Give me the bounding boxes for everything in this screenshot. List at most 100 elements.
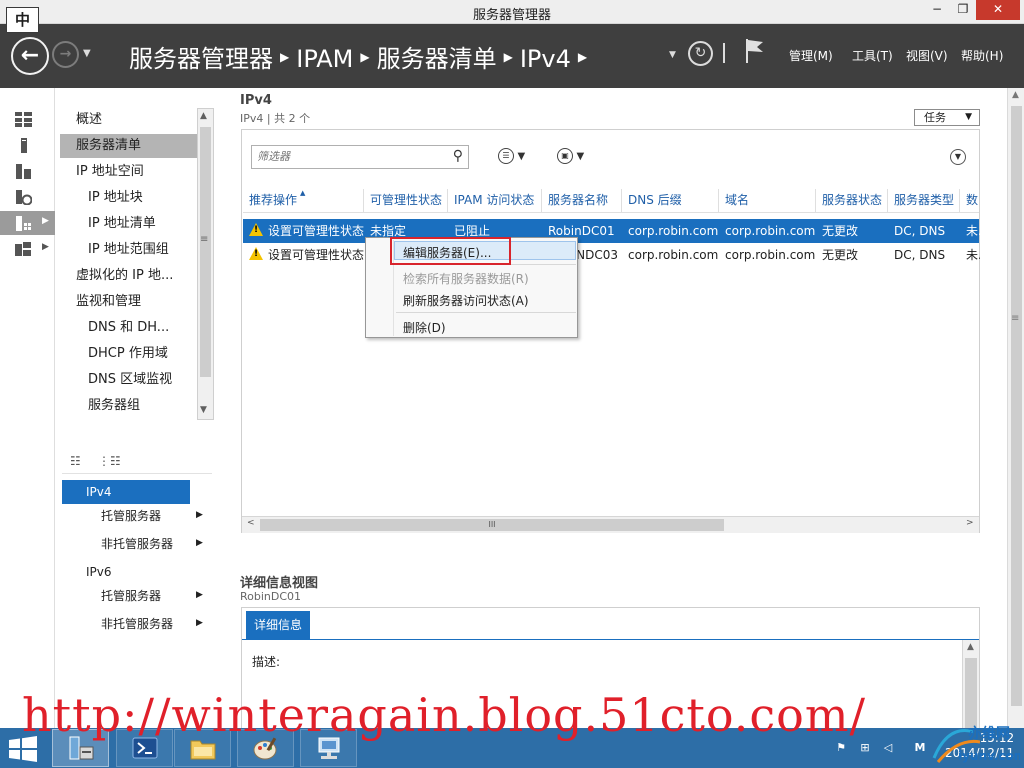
tree-view-icon[interactable]: ⋮☷ [98,454,121,472]
expand-arrow-icon[interactable]: ▶ [196,590,203,600]
tree-item-ipv6[interactable]: IPv6 [62,560,190,584]
breadcrumb-separator-icon: ▶ [503,50,513,64]
tab-details[interactable]: 详细信息 [246,611,310,639]
nav-item-server-groups[interactable]: 服务器组 [60,394,198,418]
breadcrumb-separator-icon: ▶ [577,50,588,64]
column-header-server-type[interactable]: 服务器类型 [888,189,960,213]
main-vertical-scrollbar[interactable]: ▲ ≡ [1007,88,1024,728]
expand-arrow-icon[interactable]: ▶ [42,216,49,226]
network-tray-icon[interactable]: ⊞ [857,741,873,755]
nav-item-dns-zone-monitoring[interactable]: DNS 区域监视 [60,368,198,392]
rail-ipam[interactable]: ▶ [0,211,55,235]
file-storage-icon [16,190,32,205]
refresh-icon[interactable]: ↻ [688,41,713,66]
recommended-action-cell: 设置可管理性状态 [268,224,364,238]
nav-item-ip-address-inventory[interactable]: IP 地址清单 [60,212,198,236]
menu-manage[interactable]: 管理(M) [789,47,833,64]
nav-item-virtualized-ip[interactable]: 虚拟化的 IP 地... [60,264,198,288]
nav-item-dns-dhcp[interactable]: DNS 和 DH... [60,316,198,340]
scroll-right-icon[interactable]: > [966,518,974,528]
scroll-up-icon[interactable]: ▲ [967,642,974,652]
search-icon[interactable]: ⚲ [453,148,463,164]
tree-item-managed-servers[interactable]: 托管服务器 [62,504,202,528]
breadcrumb-item[interactable]: 服务器清单 [377,45,497,73]
column-header-server-status[interactable]: 服务器状态 [816,189,888,213]
forward-button[interactable]: → [52,41,79,68]
breadcrumb-dropdown-icon[interactable]: ▼ [669,50,676,60]
server-grid-panel: ⚲ ☰ ▼ ▣ ▼ ▼ ▲ 推荐操作 可管理性状态 IPAM 访问状态 服务器名… [241,129,980,533]
tree-item-unmanaged-servers[interactable]: 非托管服务器 [62,612,202,636]
notifications-flag-icon[interactable] [743,38,765,64]
menu-view[interactable]: 视图(V) [906,47,948,64]
breadcrumb: 服务器管理器 ▶ IPAM ▶ 服务器清单 ▶ IPv4 ▶ [129,39,594,74]
menu-item-refresh-access-status[interactable]: 刷新服务器访问状态(A) [403,292,529,309]
chevron-down-icon: ▼ [576,151,585,162]
nav-scrollbar[interactable]: ▲ ≡ ▼ [197,108,214,420]
save-query-button[interactable]: ▣ ▼ [557,148,584,164]
history-dropdown-icon[interactable]: ▼ [83,48,91,59]
nav-item-ip-address-space[interactable]: IP 地址空间 [60,160,198,184]
nav-item-ip-range-groups[interactable]: IP 地址范围组 [60,238,198,262]
expand-arrow-icon[interactable]: ▶ [42,242,49,252]
filter-input[interactable] [252,146,440,167]
expand-arrow-icon[interactable]: ▶ [196,510,203,520]
ime-indicator[interactable]: 中 [6,7,39,33]
column-header-ipam-access[interactable]: IPAM 访问状态 [448,189,542,213]
ipam-icon [16,216,31,231]
breadcrumb-separator-icon: ▶ [280,50,290,64]
breadcrumb-item[interactable]: 服务器管理器 [129,45,273,73]
scroll-down-icon[interactable]: ▼ [200,405,207,415]
menu-item-retrieve-all-data[interactable]: 检索所有服务器数据(R) [403,270,529,287]
scroll-thumb[interactable]: III [260,519,724,531]
column-header-domain[interactable]: 域名 [719,189,816,213]
breadcrumb-item[interactable]: IPAM [296,45,353,73]
list-view-icon[interactable]: ☷ [70,454,88,472]
collapse-icon[interactable]: ▼ [950,149,966,165]
scroll-up-icon[interactable]: ▲ [200,111,207,121]
menu-item-delete[interactable]: 删除(D) [403,319,446,336]
input-method-icon[interactable]: M [912,741,928,755]
tasks-button[interactable]: 任务 ▼ [914,109,980,126]
rail-dashboard[interactable] [0,107,55,131]
action-center-icon[interactable]: ⚑ [833,741,849,755]
nav-item-server-inventory[interactable]: 服务器清单 [60,134,198,158]
scroll-thumb[interactable] [1011,106,1022,706]
table-row[interactable]: 设置可管理性状态 NDC03 corp.robin.com corp.robin… [243,243,980,267]
tree-item-ipv4[interactable]: IPv4 [62,480,190,504]
window-title: 服务器管理器 [472,8,551,23]
nav-item-overview[interactable]: 概述 [60,108,198,132]
expand-arrow-icon[interactable]: ▶ [196,618,203,628]
rail-local-server[interactable] [0,133,55,157]
server-type-cell: DC, DNS [894,224,946,238]
view-options-button[interactable]: ☰ ▼ [498,148,525,164]
minimize-button[interactable]: − [924,0,950,20]
table-row[interactable]: 设置可管理性状态 未指定 已阻止 RobinDC01 corp.robin.co… [243,219,980,243]
scroll-left-icon[interactable]: < [247,518,255,528]
column-header-more[interactable]: 数 [960,189,979,213]
nav-item-monitor-manage[interactable]: 监视和管理 [60,290,198,314]
column-header-dns-suffix[interactable]: DNS 后缀 [622,189,719,213]
rail-roles[interactable]: ▶ [0,237,55,261]
scroll-thumb[interactable] [200,127,211,377]
expand-arrow-icon[interactable]: ▶ [196,538,203,548]
column-header-recommended-action[interactable]: ▲ 推荐操作 [243,189,364,213]
nav-item-ip-address-blocks[interactable]: IP 地址块 [60,186,198,210]
scroll-up-icon[interactable]: ▲ [1012,90,1019,100]
maximize-button[interactable]: ❐ [950,0,976,20]
column-header-manageability[interactable]: 可管理性状态 [364,189,448,213]
page-title: IPv4 [240,93,272,108]
tree-item-unmanaged-servers[interactable]: 非托管服务器 [62,532,202,556]
menu-help[interactable]: 帮助(H) [961,47,1003,64]
horizontal-scrollbar[interactable]: < III > [242,516,979,533]
breadcrumb-item[interactable]: IPv4 [520,45,571,73]
tree-item-managed-servers[interactable]: 托管服务器 [62,584,202,608]
nav-item-dhcp-scopes[interactable]: DHCP 作用域 [60,342,198,366]
volume-icon[interactable]: ◁ [880,741,896,755]
rail-all-servers[interactable] [0,159,55,183]
close-button[interactable]: ✕ [976,0,1020,20]
column-header-server-name[interactable]: 服务器名称 [542,189,622,213]
menu-tools[interactable]: 工具(T) [852,47,893,64]
rail-file-storage[interactable] [0,185,55,209]
back-button[interactable]: ← [11,37,49,75]
highlight-annotation-box [390,237,511,265]
